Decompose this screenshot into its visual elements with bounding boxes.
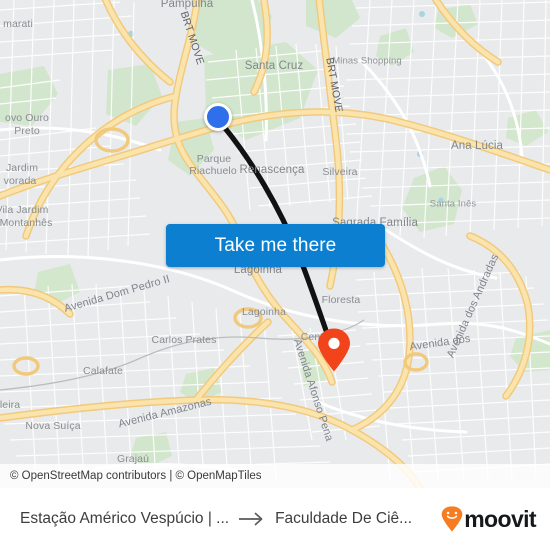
arrow-right-icon	[239, 512, 263, 526]
map-attribution: © OpenStreetMap contributors | © OpenMap…	[0, 464, 550, 488]
moovit-route-screenshot: Pampulha marati Minas Shopping Santa Cruz BR…	[0, 0, 550, 550]
destination-pin-icon[interactable]	[317, 328, 351, 372]
route-destination-label: Faculdade De Ciê...	[275, 510, 413, 527]
moovit-wordmark: moovit	[464, 505, 536, 532]
map-canvas[interactable]: Pampulha marati Minas Shopping Santa Cruz BR…	[0, 0, 550, 488]
route-summary: Estação Américo Vespúcio | ... Faculdade…	[20, 510, 412, 528]
route-origin-label: Estação Américo Vespúcio | ...	[20, 510, 230, 527]
origin-marker-icon[interactable]	[204, 103, 232, 131]
footer-bar: Estação Américo Vespúcio | ... Faculdade…	[0, 488, 550, 550]
take-me-there-button[interactable]: Take me there	[166, 224, 385, 267]
moovit-pin-icon	[441, 506, 463, 532]
moovit-logo[interactable]: moovit	[441, 505, 537, 533]
